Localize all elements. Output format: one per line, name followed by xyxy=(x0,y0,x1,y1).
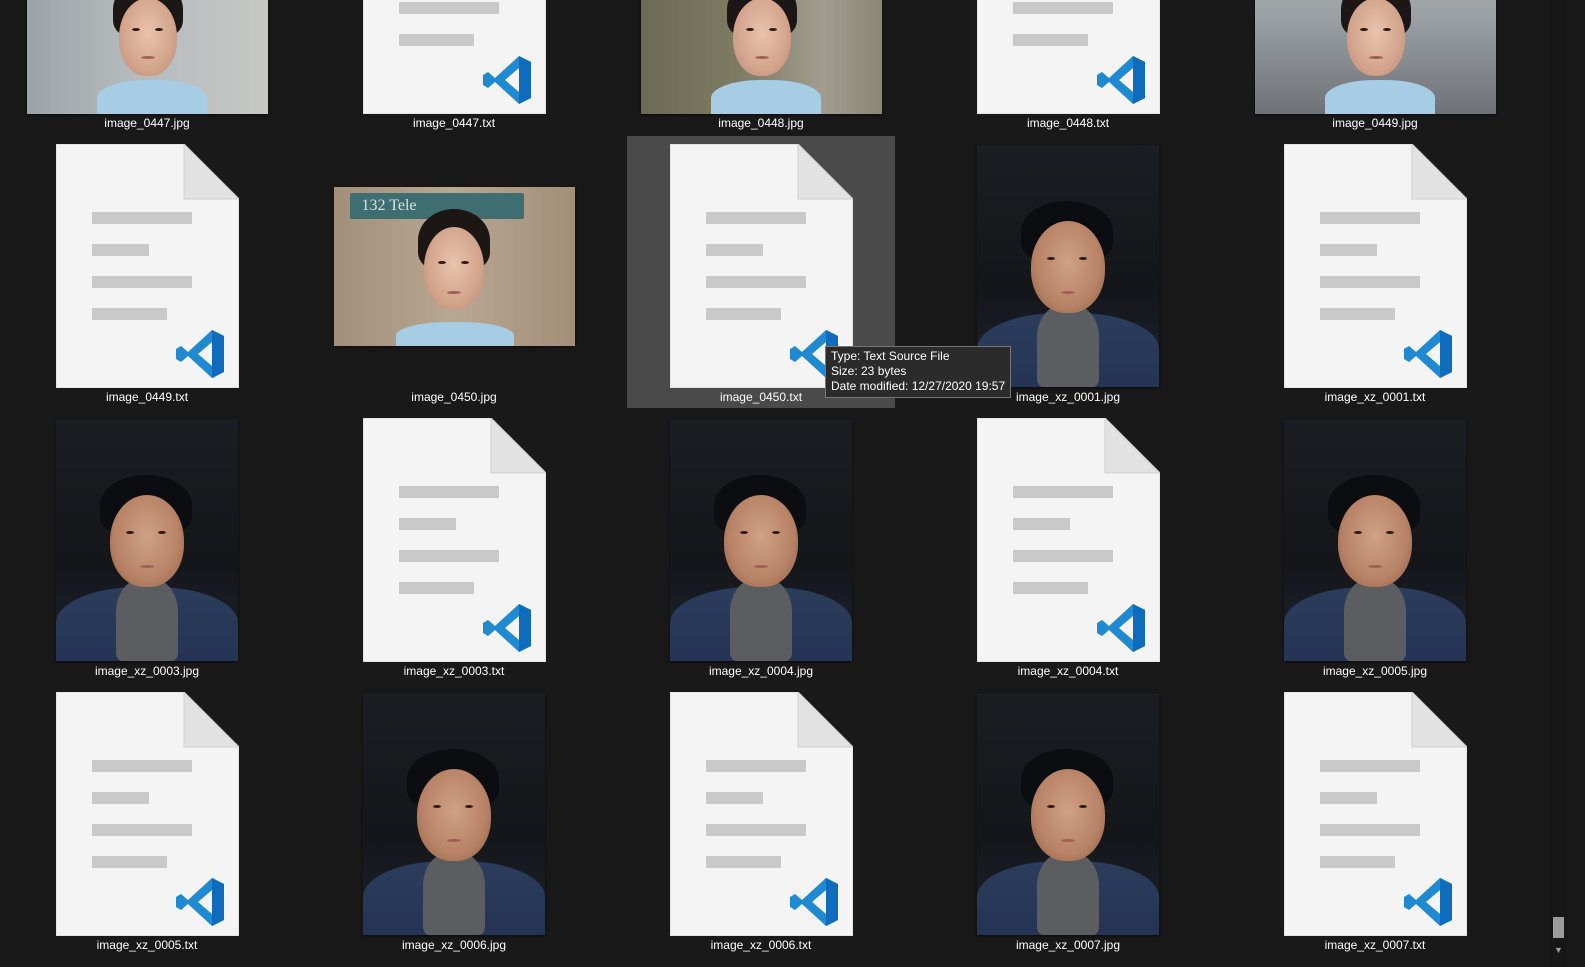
file-name-label: image_0447.jpg xyxy=(104,116,190,130)
file-item-image[interactable]: image_xz_0006.jpg xyxy=(320,684,588,956)
vscode-text-file-icon-graphic xyxy=(55,692,239,936)
scroll-down-arrow[interactable]: ▼ xyxy=(1550,943,1567,957)
file-thumbnail[interactable] xyxy=(320,0,588,118)
file-name-label: image_xz_0003.jpg xyxy=(94,664,200,678)
vscode-text-file-icon-graphic xyxy=(976,418,1160,662)
file-thumbnail[interactable] xyxy=(934,688,1202,940)
vertical-scrollbar[interactable]: ▼ xyxy=(1550,0,1567,967)
file-thumbnail[interactable] xyxy=(934,0,1202,118)
vscode-text-file-icon-graphic xyxy=(976,0,1160,114)
file-thumbnail[interactable] xyxy=(13,414,281,666)
file-item-text[interactable]: image_xz_0003.txt xyxy=(320,410,588,682)
file-tooltip: Type: Text Source File Size: 23 bytes Da… xyxy=(825,346,1012,398)
vscode-text-file-icon-graphic xyxy=(669,692,853,936)
file-thumbnail[interactable]: 132 Tele xyxy=(320,140,588,392)
tooltip-type: Type: Text Source File xyxy=(831,349,950,363)
image-thumbnail xyxy=(670,419,852,661)
vscode-file-icon xyxy=(55,144,239,388)
file-thumbnail[interactable] xyxy=(13,688,281,940)
file-item-text[interactable]: image_xz_0001.txt xyxy=(1241,136,1509,408)
file-item-text[interactable]: image_0449.txt xyxy=(13,136,281,408)
file-thumbnail[interactable] xyxy=(627,688,895,940)
scrollbar-thumb[interactable] xyxy=(1553,917,1564,938)
vscode-text-file-icon-graphic xyxy=(362,0,546,114)
file-item-text[interactable]: image_xz_0007.txt xyxy=(1241,684,1509,956)
file-item-text[interactable]: image_xz_0005.txt xyxy=(13,684,281,956)
file-item-image[interactable]: image_xz_0003.jpg xyxy=(13,410,281,682)
file-item-image[interactable]: image_xz_0004.jpg xyxy=(627,410,895,682)
image-thumbnail xyxy=(1284,419,1466,661)
file-name-label: image_xz_0007.txt xyxy=(1324,938,1426,952)
vscode-file-icon xyxy=(976,0,1160,114)
file-name-label: image_xz_0004.txt xyxy=(1017,664,1119,678)
vscode-file-icon xyxy=(362,0,546,114)
file-grid: image_0447.jpg image_0447.txt image_0448… xyxy=(0,0,1550,967)
file-name-label: image_xz_0001.txt xyxy=(1324,390,1426,404)
file-item-image[interactable]: image_0449.jpg xyxy=(1241,0,1509,134)
image-thumbnail xyxy=(1254,0,1496,114)
vscode-file-icon xyxy=(362,418,546,662)
tooltip-date: Date modified: 12/27/2020 19:57 xyxy=(831,379,1006,393)
file-name-label: image_xz_0007.jpg xyxy=(1015,938,1121,952)
file-name-label: image_xz_0006.txt xyxy=(710,938,812,952)
file-name-label: image_0448.jpg xyxy=(718,116,804,130)
image-thumbnail xyxy=(26,0,268,114)
file-item-image[interactable]: image_xz_0005.jpg xyxy=(1241,410,1509,682)
file-item-image[interactable]: image_0448.jpg xyxy=(627,0,895,134)
vscode-file-icon xyxy=(1283,144,1467,388)
file-item-text[interactable]: image_0447.txt xyxy=(320,0,588,134)
image-thumbnail xyxy=(363,693,545,935)
file-thumbnail[interactable] xyxy=(1241,414,1509,666)
vscode-text-file-icon-graphic xyxy=(1283,692,1467,936)
image-thumbnail xyxy=(640,0,882,114)
vscode-file-icon xyxy=(55,692,239,936)
file-thumbnail[interactable] xyxy=(320,688,588,940)
file-item-image[interactable]: image_0447.jpg xyxy=(13,0,281,134)
file-thumbnail[interactable] xyxy=(13,0,281,118)
image-thumbnail xyxy=(56,419,238,661)
file-name-label: image_0448.txt xyxy=(1026,116,1110,130)
vscode-file-icon xyxy=(976,418,1160,662)
file-name-label: image_xz_0006.jpg xyxy=(401,938,507,952)
file-item-text[interactable]: image_xz_0004.txt xyxy=(934,410,1202,682)
file-name-label: image_xz_0005.jpg xyxy=(1322,664,1428,678)
file-item-text[interactable]: image_0448.txt xyxy=(934,0,1202,134)
vscode-text-file-icon-graphic xyxy=(1283,144,1467,388)
vscode-file-icon xyxy=(1283,692,1467,936)
file-thumbnail[interactable] xyxy=(1241,140,1509,392)
file-thumbnail[interactable] xyxy=(1241,688,1509,940)
file-name-label: image_xz_0005.txt xyxy=(96,938,198,952)
file-thumbnail[interactable] xyxy=(627,0,895,118)
file-item-image[interactable]: 132 Tele image_0450.jpg xyxy=(320,136,588,408)
vscode-file-icon xyxy=(669,692,853,936)
image-thumbnail xyxy=(977,693,1159,935)
file-thumbnail[interactable] xyxy=(934,414,1202,666)
file-name-label: image_0447.txt xyxy=(412,116,496,130)
file-name-label: image_0449.jpg xyxy=(1332,116,1418,130)
tooltip-size: Size: 23 bytes xyxy=(831,364,907,378)
file-thumbnail[interactable] xyxy=(1241,0,1509,118)
file-thumbnail[interactable] xyxy=(320,414,588,666)
file-name-label: image_xz_0003.txt xyxy=(403,664,505,678)
file-name-label: image_0450.jpg xyxy=(411,390,497,404)
file-thumbnail[interactable] xyxy=(13,140,281,392)
file-name-label: image_0449.txt xyxy=(105,390,189,404)
file-item-text[interactable]: image_xz_0006.txt xyxy=(627,684,895,956)
file-thumbnail[interactable] xyxy=(627,414,895,666)
file-item-image[interactable]: image_xz_0007.jpg xyxy=(934,684,1202,956)
image-thumbnail: 132 Tele xyxy=(333,186,575,346)
vscode-text-file-icon-graphic xyxy=(362,418,546,662)
vscode-text-file-icon-graphic xyxy=(55,144,239,388)
file-name-label: image_xz_0004.jpg xyxy=(708,664,814,678)
